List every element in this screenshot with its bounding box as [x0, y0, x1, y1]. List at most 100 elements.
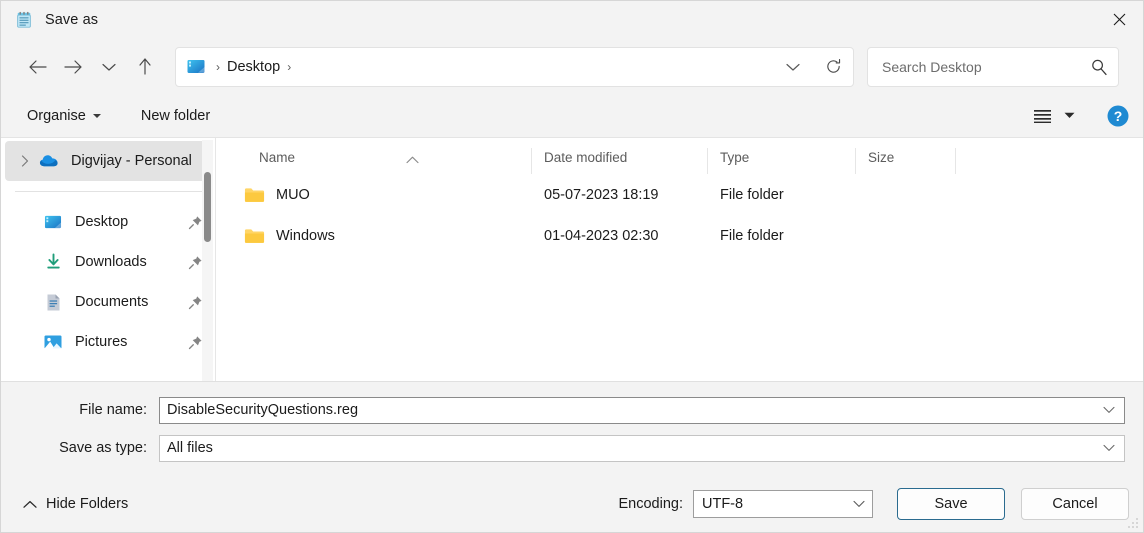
file-date-cell: 05-07-2023 18:19: [532, 187, 708, 203]
column-header-size[interactable]: Size: [856, 148, 956, 174]
sidebar-item-label: Pictures: [75, 334, 188, 350]
pin-icon[interactable]: [188, 255, 203, 270]
expander[interactable]: [15, 151, 35, 171]
table-row[interactable]: Windows 01-04-2023 02:30 File folder: [216, 215, 1143, 256]
back-button[interactable]: [19, 51, 55, 83]
breadcrumb-desktop[interactable]: Desktop: [227, 59, 280, 75]
chevron-down-icon: [853, 500, 865, 508]
sidebar-item-label: Downloads: [75, 254, 188, 270]
resize-grip[interactable]: [1127, 517, 1139, 529]
dialog-body: Digvijay - Personal: [1, 138, 1143, 382]
save-as-type-combo[interactable]: All files: [159, 435, 1125, 462]
column-label: Name: [259, 150, 295, 165]
table-row[interactable]: MUO 05-07-2023 18:19 File folder: [216, 174, 1143, 215]
folder-icon: [244, 186, 265, 204]
sidebar-item-documents[interactable]: Documents: [5, 282, 211, 322]
save-button[interactable]: Save: [897, 488, 1005, 520]
hide-folders-button[interactable]: Hide Folders: [19, 492, 132, 516]
command-bar: Organise New folder ?: [1, 94, 1143, 138]
file-date-cell: 01-04-2023 02:30: [532, 228, 708, 244]
file-name-row: File name:: [19, 394, 1125, 426]
address-bar[interactable]: › Desktop ›: [175, 47, 854, 87]
refresh-button[interactable]: [813, 48, 853, 86]
sidebar-item-downloads[interactable]: Downloads: [5, 242, 211, 282]
save-as-dialog: Save as: [0, 0, 1144, 533]
column-header-name[interactable]: Name: [216, 148, 532, 174]
desktop-icon: [186, 58, 206, 76]
column-header-date-modified[interactable]: Date modified: [532, 148, 708, 174]
search-input[interactable]: [882, 59, 1090, 75]
file-name-dropdown-button[interactable]: [1098, 406, 1120, 414]
encoding-label: Encoding:: [619, 496, 684, 512]
cancel-button[interactable]: Cancel: [1021, 488, 1129, 520]
view-options-button[interactable]: [1027, 103, 1081, 129]
organise-label: Organise: [27, 108, 86, 124]
forward-button[interactable]: [55, 51, 91, 83]
column-headers: Name Date modified Type Size: [216, 138, 1143, 174]
organise-menu-button[interactable]: Organise: [19, 102, 109, 130]
address-dropdown-button[interactable]: [773, 48, 813, 86]
pin-icon[interactable]: [188, 215, 203, 230]
file-name-combo[interactable]: [159, 397, 1125, 424]
sidebar-item-label: Digvijay - Personal: [71, 153, 203, 169]
help-button[interactable]: ?: [1107, 105, 1129, 127]
chevron-down-icon: [1103, 406, 1115, 414]
encoding-combo[interactable]: UTF-8: [693, 490, 873, 518]
file-name-label: File name:: [19, 402, 159, 418]
sidebar-item-desktop[interactable]: Desktop: [5, 202, 211, 242]
refresh-icon: [825, 58, 842, 75]
back-arrow-icon: [28, 59, 47, 75]
recent-locations-button[interactable]: [91, 51, 127, 83]
breadcrumb-separator-trailing[interactable]: ›: [280, 60, 298, 74]
search-box[interactable]: [867, 47, 1119, 87]
chevron-up-icon: [406, 156, 419, 164]
sidebar-divider: [15, 191, 203, 192]
navigation-bar: › Desktop ›: [1, 39, 1143, 94]
chevron-down-icon: [1064, 112, 1075, 119]
downloads-icon: [43, 252, 63, 272]
help-label: ?: [1114, 108, 1123, 124]
file-name-input[interactable]: [167, 402, 1098, 418]
close-button[interactable]: [1096, 1, 1143, 38]
up-arrow-icon: [137, 57, 153, 76]
new-folder-button[interactable]: New folder: [133, 102, 218, 130]
save-as-type-label: Save as type:: [19, 440, 159, 456]
window-title: Save as: [45, 12, 98, 28]
file-type-cell: File folder: [708, 187, 856, 203]
sidebar-item-onedrive[interactable]: Digvijay - Personal: [5, 141, 211, 181]
column-label: Type: [720, 150, 749, 165]
sidebar-item-pictures[interactable]: Pictures: [5, 322, 211, 362]
encoding-dropdown-button[interactable]: [848, 500, 870, 508]
notepad-icon: [15, 11, 33, 29]
new-folder-label: New folder: [141, 108, 210, 124]
forward-arrow-icon: [64, 59, 83, 75]
file-rows: MUO 05-07-2023 18:19 File folder Windows: [216, 174, 1143, 381]
breadcrumb-separator: ›: [209, 60, 227, 74]
chevron-down-icon: [93, 114, 101, 118]
file-name-cell: Windows: [216, 227, 532, 245]
pictures-icon: [43, 332, 63, 352]
file-name: MUO: [276, 187, 310, 203]
file-name-cell: MUO: [216, 186, 532, 204]
sidebar-scrollbar-thumb[interactable]: [204, 172, 211, 242]
sidebar-scrollbar[interactable]: [202, 140, 213, 381]
pin-icon[interactable]: [188, 335, 203, 350]
chevron-down-icon: [102, 62, 116, 72]
dialog-footer: Hide Folders Encoding: UTF-8 Save Cancel: [1, 476, 1143, 532]
navigation-sidebar: Digvijay - Personal: [1, 138, 215, 381]
encoding-value: UTF-8: [702, 496, 848, 512]
folder-icon: [244, 227, 265, 245]
pin-icon[interactable]: [188, 295, 203, 310]
file-list: Name Date modified Type Size: [215, 138, 1143, 381]
column-label: Size: [868, 150, 894, 165]
save-as-type-dropdown-button[interactable]: [1098, 444, 1120, 452]
column-header-type[interactable]: Type: [708, 148, 856, 174]
file-name: Windows: [276, 228, 335, 244]
save-as-type-row: Save as type: All files: [19, 432, 1125, 464]
form-area: File name: Save as type: All files: [1, 382, 1143, 476]
save-as-type-value: All files: [167, 440, 1098, 456]
up-button[interactable]: [127, 51, 163, 83]
search-icon: [1090, 58, 1108, 76]
desktop-icon: [43, 212, 63, 232]
chevron-down-icon: [1103, 444, 1115, 452]
